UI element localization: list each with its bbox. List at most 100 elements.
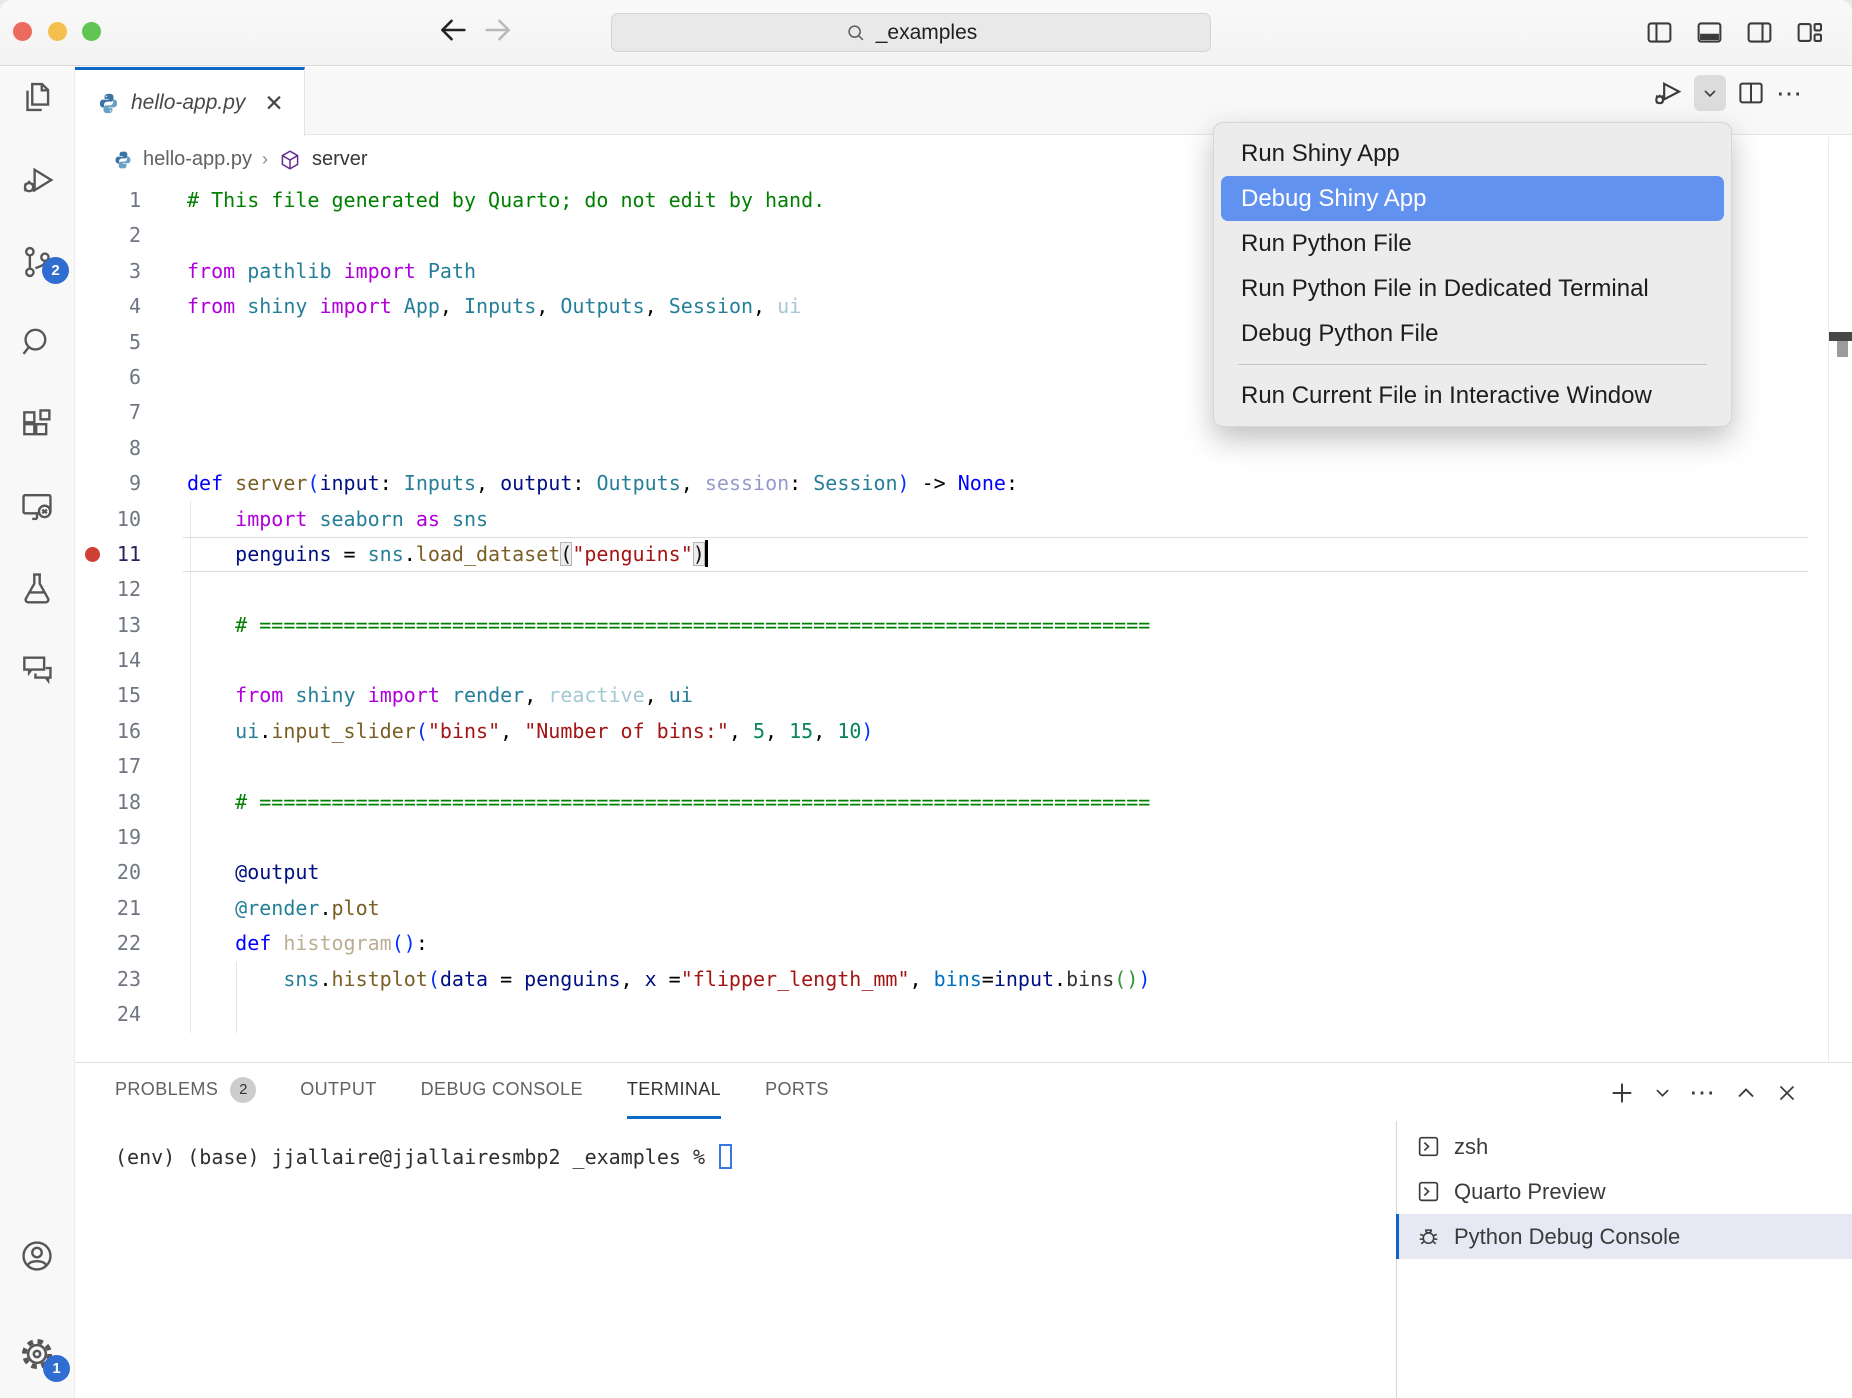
menu-item[interactable]: Run Current File in Interactive Window <box>1214 373 1731 418</box>
terminal-dropdown-chevron-icon[interactable] <box>1653 1083 1672 1102</box>
search-sidebar-icon[interactable] <box>18 323 56 361</box>
terminal-item-label: Quarto Preview <box>1454 1179 1606 1205</box>
line-number[interactable]: 6 <box>75 360 141 395</box>
line-number[interactable]: 21 <box>75 891 141 926</box>
line-number[interactable]: 12 <box>75 572 141 607</box>
testing-icon[interactable] <box>18 569 56 607</box>
line-number[interactable]: 8 <box>75 431 141 466</box>
terminal-item-python-debug-console[interactable]: Python Debug Console <box>1396 1214 1852 1259</box>
python-file-icon <box>97 92 120 115</box>
breadcrumb-symbol[interactable]: server <box>312 148 368 171</box>
command-center-search[interactable]: _examples <box>611 13 1211 52</box>
panel-tab-output[interactable]: OUTPUT <box>300 1063 376 1119</box>
menu-item[interactable]: Run Python File in Dedicated Terminal <box>1214 266 1731 311</box>
code-line[interactable]: 21 @render.plot <box>75 891 1828 926</box>
code-line[interactable]: 10 import seaborn as sns <box>75 502 1828 537</box>
problems-badge: 2 <box>230 1077 256 1103</box>
line-number[interactable]: 3 <box>75 254 141 289</box>
code-line[interactable]: 16 ui.input_slider("bins", "Number of bi… <box>75 714 1828 749</box>
toggle-primary-sidebar-icon[interactable] <box>1645 18 1674 47</box>
scrollbar-thumb[interactable] <box>1837 341 1848 357</box>
code-line[interactable]: 9def server(input: Inputs, output: Outpu… <box>75 466 1828 501</box>
new-terminal-icon[interactable] <box>1608 1079 1636 1107</box>
line-number[interactable]: 9 <box>75 466 141 501</box>
bug-icon <box>1416 1224 1441 1249</box>
forward-arrow-icon[interactable] <box>481 13 515 47</box>
line-number[interactable]: 2 <box>75 218 141 253</box>
macos-close-button[interactable] <box>13 22 32 41</box>
code-line[interactable]: 11 penguins = sns.load_dataset("penguins… <box>75 537 1828 572</box>
line-number[interactable]: 19 <box>75 820 141 855</box>
line-number[interactable]: 23 <box>75 962 141 997</box>
maximize-panel-icon[interactable] <box>1734 1081 1758 1105</box>
code-line[interactable]: 18 # ===================================… <box>75 785 1828 820</box>
code-line[interactable]: 23 sns.histplot(data = penguins, x ="fli… <box>75 962 1828 997</box>
breadcrumb-file[interactable]: hello-app.py <box>143 148 252 171</box>
more-actions-icon[interactable]: ⋯ <box>1776 78 1804 109</box>
terminal-item-quarto-preview[interactable]: Quarto Preview <box>1396 1169 1852 1214</box>
account-icon[interactable] <box>18 1237 56 1275</box>
line-number[interactable]: 20 <box>75 855 141 890</box>
line-number[interactable]: 1 <box>75 183 141 218</box>
tab-hello-app-py[interactable]: hello-app.py ✕ <box>75 67 305 136</box>
menu-item[interactable]: Debug Python File <box>1214 311 1731 356</box>
panel-tab-ports[interactable]: PORTS <box>765 1063 829 1119</box>
terminal-item-zsh[interactable]: zsh <box>1396 1124 1852 1169</box>
line-number[interactable]: 22 <box>75 926 141 961</box>
menu-separator <box>1238 364 1707 365</box>
remote-explorer-icon[interactable] <box>18 488 56 526</box>
line-number[interactable]: 5 <box>75 325 141 360</box>
back-arrow-icon[interactable] <box>436 13 470 47</box>
toggle-panel-icon[interactable] <box>1695 18 1724 47</box>
panel-tab-problems[interactable]: PROBLEMS2 <box>115 1063 256 1119</box>
tab-close-icon[interactable]: ✕ <box>264 92 283 115</box>
panel-tab-terminal[interactable]: TERMINAL <box>627 1063 721 1119</box>
line-number[interactable]: 14 <box>75 643 141 678</box>
run-and-debug-icon[interactable] <box>18 161 56 199</box>
close-panel-icon[interactable] <box>1775 1081 1799 1105</box>
code-line[interactable]: 20 @output <box>75 855 1828 890</box>
run-dropdown-button[interactable] <box>1694 75 1726 111</box>
line-number[interactable]: 16 <box>75 714 141 749</box>
code-line[interactable]: 22 def histogram(): <box>75 926 1828 961</box>
code-line[interactable]: 15 from shiny import render, reactive, u… <box>75 678 1828 713</box>
menu-item[interactable]: Debug Shiny App <box>1221 176 1724 221</box>
comments-icon[interactable] <box>18 649 56 687</box>
text-cursor <box>705 540 708 567</box>
code-line[interactable]: 13 # ===================================… <box>75 608 1828 643</box>
line-number[interactable]: 10 <box>75 502 141 537</box>
minimap-border <box>1828 137 1829 1062</box>
split-editor-icon[interactable] <box>1736 78 1766 108</box>
panel-actions: ⋯ <box>1608 1077 1799 1108</box>
customize-layout-icon[interactable] <box>1795 18 1824 47</box>
panel-tab-debug-console[interactable]: DEBUG CONSOLE <box>421 1063 583 1119</box>
line-number[interactable]: 17 <box>75 749 141 784</box>
macos-maximize-button[interactable] <box>82 22 101 41</box>
line-number[interactable]: 13 <box>75 608 141 643</box>
activity-bar: 2 1 <box>0 67 75 1398</box>
code-line[interactable]: 8 <box>75 431 1828 466</box>
terminal-output[interactable]: (env) (base) jjallaire@jjallairesmbp2 _e… <box>115 1144 732 1169</box>
line-number[interactable]: 7 <box>75 395 141 430</box>
code-line[interactable]: 17 <box>75 749 1828 784</box>
menu-item[interactable]: Run Shiny App <box>1214 131 1731 176</box>
explorer-icon[interactable] <box>18 78 56 116</box>
search-text: _examples <box>876 21 978 45</box>
extensions-icon[interactable] <box>18 406 56 444</box>
toggle-secondary-sidebar-icon[interactable] <box>1745 18 1774 47</box>
line-number[interactable]: 18 <box>75 785 141 820</box>
code-line[interactable]: 24 <box>75 997 1828 1032</box>
code-line[interactable]: 12 <box>75 572 1828 607</box>
line-number[interactable]: 15 <box>75 678 141 713</box>
code-line[interactable]: 14 <box>75 643 1828 678</box>
debug-run-icon[interactable] <box>1650 76 1684 110</box>
line-number[interactable]: 4 <box>75 289 141 324</box>
terminal-item-label: zsh <box>1454 1134 1488 1160</box>
line-number[interactable]: 24 <box>75 997 141 1032</box>
code-line[interactable]: 19 <box>75 820 1828 855</box>
macos-minimize-button[interactable] <box>48 22 67 41</box>
line-number[interactable]: 11 <box>75 537 141 572</box>
panel-more-actions-icon[interactable]: ⋯ <box>1689 1077 1717 1108</box>
chevron-down-icon <box>1700 83 1720 103</box>
menu-item[interactable]: Run Python File <box>1214 221 1731 266</box>
